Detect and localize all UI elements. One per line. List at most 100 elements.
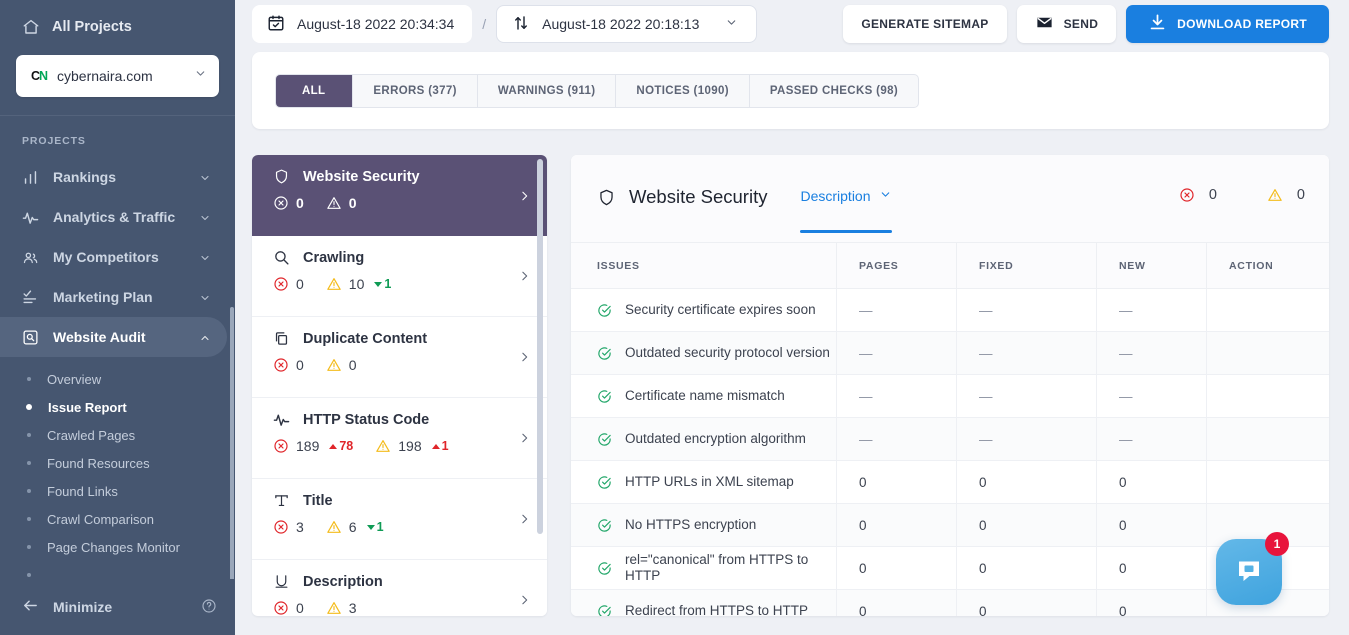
cell-action[interactable] xyxy=(1206,418,1329,460)
bullet-icon xyxy=(27,489,31,493)
tab-all[interactable]: ALL xyxy=(275,74,352,108)
column-header-new[interactable]: NEW xyxy=(1096,243,1206,289)
cell-pages: 0 xyxy=(836,547,956,589)
sidebar-subitem-crawl-comparison[interactable]: Crawl Comparison xyxy=(0,505,235,533)
cell-issue: HTTP URLs in XML sitemap xyxy=(571,461,836,503)
date-separator: / xyxy=(472,16,496,32)
delta-value: 78 xyxy=(339,439,353,453)
tab-description[interactable]: Description xyxy=(800,188,891,233)
tab-warnings[interactable]: WARNINGS (911) xyxy=(477,75,616,107)
category-card-http-status-code[interactable]: HTTP Status Code 189 78 xyxy=(252,398,547,479)
category-error-count: 3 xyxy=(296,519,304,535)
category-card-website-security[interactable]: Website Security 0 xyxy=(252,155,547,236)
table-row[interactable]: Outdated security protocol version — — — xyxy=(571,332,1329,375)
sidebar-item-my-competitors[interactable]: My Competitors xyxy=(0,237,227,277)
generate-sitemap-button[interactable]: GENERATE SITEMAP xyxy=(843,5,1006,43)
cell-new: — xyxy=(1096,289,1206,331)
table-row[interactable]: Outdated encryption algorithm — — — xyxy=(571,418,1329,461)
filter-tab-card: ALL ERRORS (377) WARNINGS (911) NOTICES … xyxy=(252,52,1329,129)
compare-arrows-icon xyxy=(512,14,530,35)
minimize-button[interactable]: Minimize xyxy=(0,579,235,635)
column-header-issues[interactable]: ISSUES xyxy=(571,243,836,289)
cell-issue: Security certificate expires soon xyxy=(571,289,836,331)
panel-summary-counts: 0 0 xyxy=(1179,187,1305,203)
tab-errors[interactable]: ERRORS (377) xyxy=(352,75,476,107)
category-list: Website Security 0 xyxy=(252,155,547,616)
sidebar-item-rankings[interactable]: Rankings xyxy=(0,157,227,197)
category-warning-count: 0 xyxy=(349,195,357,211)
tab-passed-checks[interactable]: PASSED CHECKS (98) xyxy=(749,75,918,107)
category-card-title[interactable]: Title 3 xyxy=(252,479,547,560)
column-header-fixed[interactable]: FIXED xyxy=(956,243,1096,289)
all-projects-link[interactable]: All Projects xyxy=(16,12,219,42)
download-report-button[interactable]: DOWNLOAD REPORT xyxy=(1126,5,1329,43)
issue-name: Outdated security protocol version xyxy=(625,345,830,361)
delta-value: 1 xyxy=(442,439,449,453)
category-error-count: 0 xyxy=(296,195,304,211)
current-crawl-date-label: August-18 2022 20:34:34 xyxy=(297,16,454,32)
project-selector[interactable]: CN cybernaira.com xyxy=(16,55,219,97)
cell-action[interactable] xyxy=(1206,332,1329,374)
tab-label: NOTICES (1090) xyxy=(636,85,728,97)
category-card-duplicate-content[interactable]: Duplicate Content 0 xyxy=(252,317,547,398)
category-error-stat: 3 xyxy=(273,519,304,535)
sidebar-scrollbar[interactable] xyxy=(230,307,234,579)
sidebar-subitem-overview[interactable]: Overview xyxy=(0,365,235,393)
compare-crawl-date[interactable]: August-18 2022 20:18:13 xyxy=(496,5,757,43)
warning-triangle-icon xyxy=(375,438,391,454)
table-row[interactable]: HTTP URLs in XML sitemap 0 0 0 xyxy=(571,461,1329,504)
sidebar-item-label: Analytics & Traffic xyxy=(53,209,185,225)
panel-warning-count: 0 xyxy=(1297,187,1305,203)
sidebar-subitem-found-resources[interactable]: Found Resources xyxy=(0,449,235,477)
send-label: SEND xyxy=(1064,17,1099,31)
category-card-crawling[interactable]: Crawling 0 xyxy=(252,236,547,317)
sidebar-subitem-label: Found Links xyxy=(47,484,118,499)
cell-action[interactable] xyxy=(1206,375,1329,417)
table-row[interactable]: Redirect from HTTPS to HTTP 0 0 0 xyxy=(571,590,1329,616)
chevron-down-icon xyxy=(194,67,207,85)
issue-name: Redirect from HTTPS to HTTP xyxy=(625,603,808,616)
category-card-description[interactable]: Description 0 xyxy=(252,560,547,616)
cell-issue: rel="canonical" from HTTPS to HTTP xyxy=(571,547,836,589)
column-header-pages[interactable]: PAGES xyxy=(836,243,956,289)
issue-name: Certificate name mismatch xyxy=(625,388,785,404)
cell-new: — xyxy=(1096,375,1206,417)
table-row[interactable]: Security certificate expires soon — — — xyxy=(571,289,1329,332)
chat-widget-button[interactable]: 1 xyxy=(1216,539,1282,605)
category-name: HTTP Status Code xyxy=(303,412,429,428)
category-name: Title xyxy=(303,493,333,509)
chevron-right-icon xyxy=(518,513,531,526)
send-button[interactable]: SEND xyxy=(1017,5,1117,43)
bar-chart-icon xyxy=(22,169,39,186)
sidebar-subitem-more[interactable] xyxy=(0,561,235,579)
cell-action[interactable] xyxy=(1206,461,1329,503)
table-row[interactable]: No HTTPS encryption 0 0 0 xyxy=(571,504,1329,547)
sidebar-subitem-issue-report[interactable]: Issue Report xyxy=(0,393,235,421)
sidebar-item-marketing-plan[interactable]: Marketing Plan xyxy=(0,277,227,317)
column-header-action[interactable]: ACTION xyxy=(1206,243,1329,289)
current-crawl-date[interactable]: August-18 2022 20:34:34 xyxy=(252,5,472,43)
category-warning-delta: 1 xyxy=(367,520,384,534)
cell-new: 0 xyxy=(1096,547,1206,589)
cell-new: — xyxy=(1096,332,1206,374)
cell-fixed: 0 xyxy=(956,504,1096,546)
sidebar-subitem-found-links[interactable]: Found Links xyxy=(0,477,235,505)
minimize-label: Minimize xyxy=(53,599,187,615)
chevron-down-icon xyxy=(199,251,211,263)
sidebar-item-website-audit[interactable]: Website Audit xyxy=(0,317,227,357)
sidebar-item-analytics-traffic[interactable]: Analytics & Traffic xyxy=(0,197,227,237)
category-warning-stat: 0 xyxy=(326,195,357,211)
chevron-down-icon xyxy=(879,188,892,204)
download-report-label: DOWNLOAD REPORT xyxy=(1177,17,1307,31)
toolbar: August-18 2022 20:34:34 / August-18 2022… xyxy=(235,0,1349,48)
help-icon[interactable] xyxy=(201,598,217,617)
sidebar-subitem-page-changes-monitor[interactable]: Page Changes Monitor xyxy=(0,533,235,561)
table-row[interactable]: Certificate name mismatch — — — xyxy=(571,375,1329,418)
cell-issue: Outdated encryption algorithm xyxy=(571,418,836,460)
cell-action[interactable] xyxy=(1206,289,1329,331)
tab-notices[interactable]: NOTICES (1090) xyxy=(615,75,748,107)
sidebar-subitem-label: Issue Report xyxy=(48,400,127,415)
sidebar-subitem-label: Page Changes Monitor xyxy=(47,540,180,555)
category-list-scrollbar[interactable] xyxy=(537,159,543,534)
sidebar-subitem-crawled-pages[interactable]: Crawled Pages xyxy=(0,421,235,449)
